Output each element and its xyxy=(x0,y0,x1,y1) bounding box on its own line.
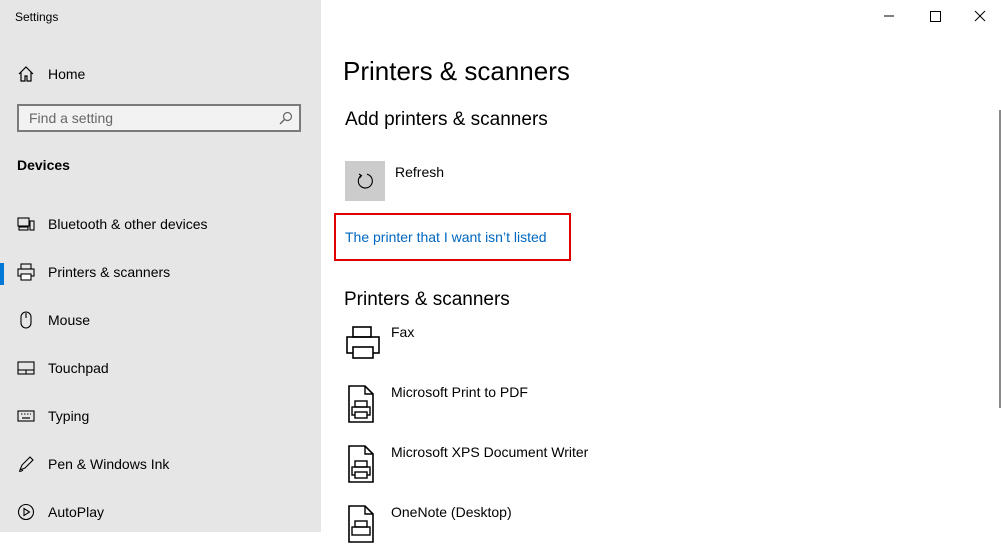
close-button[interactable] xyxy=(955,5,1001,27)
mouse-icon xyxy=(20,311,32,329)
document-printer-icon xyxy=(348,505,374,543)
touchpad-icon xyxy=(17,361,35,375)
printer-item-xps[interactable]: Microsoft XPS Document Writer xyxy=(343,444,943,492)
document-printer-icon xyxy=(348,385,374,423)
home-icon xyxy=(18,66,34,82)
bluetooth-devices-icon xyxy=(17,217,35,231)
sidebar-item-label: Mouse xyxy=(48,312,91,328)
pen-icon xyxy=(18,456,34,472)
sidebar-item-bluetooth[interactable]: Bluetooth & other devices xyxy=(0,204,321,244)
sidebar-item-label: Bluetooth & other devices xyxy=(48,216,208,232)
minimize-button[interactable] xyxy=(866,5,912,27)
printer-item-pdf[interactable]: Microsoft Print to PDF xyxy=(343,384,943,432)
sidebar-item-label: Printers & scanners xyxy=(48,264,171,280)
printer-icon xyxy=(17,263,35,281)
printer-not-listed-link[interactable]: The printer that I want isn’t listed xyxy=(345,229,547,245)
sidebar-item-autoplay[interactable]: AutoPlay xyxy=(0,492,321,532)
sidebar-item-label: Pen & Windows Ink xyxy=(48,456,170,472)
refresh-button[interactable] xyxy=(345,161,385,201)
printer-item-fax[interactable]: Fax xyxy=(343,324,943,372)
autoplay-icon xyxy=(17,503,35,521)
section-heading: Devices xyxy=(17,157,70,173)
sidebar: Settings Home Devices Bluetooth & other … xyxy=(0,0,321,532)
sidebar-item-printers[interactable]: Printers & scanners xyxy=(0,252,321,292)
home-label: Home xyxy=(48,66,86,82)
printer-name: Microsoft XPS Document Writer xyxy=(391,444,589,460)
refresh-icon xyxy=(357,173,373,189)
printer-name: OneNote (Desktop) xyxy=(391,504,512,520)
search-input[interactable] xyxy=(19,106,279,130)
search-box[interactable] xyxy=(17,104,301,132)
refresh-label[interactable]: Refresh xyxy=(395,164,444,180)
add-printers-heading: Add printers & scanners xyxy=(345,109,548,130)
sidebar-item-pen[interactable]: Pen & Windows Ink xyxy=(0,444,321,484)
sidebar-item-label: Typing xyxy=(48,408,90,424)
maximize-button[interactable] xyxy=(912,5,958,27)
home-nav-item[interactable]: Home xyxy=(17,62,85,86)
document-printer-icon xyxy=(348,445,374,483)
sidebar-item-label: Touchpad xyxy=(48,360,109,376)
sidebar-item-label: AutoPlay xyxy=(48,504,105,520)
printer-name: Fax xyxy=(391,324,415,340)
sidebar-item-mouse[interactable]: Mouse xyxy=(0,300,321,340)
sidebar-item-touchpad[interactable]: Touchpad xyxy=(0,348,321,388)
fax-printer-icon xyxy=(346,326,380,359)
page-title: Printers & scanners xyxy=(343,56,570,86)
printers-list-heading: Printers & scanners xyxy=(344,289,510,310)
app-title: Settings xyxy=(15,10,59,24)
search-icon[interactable] xyxy=(279,111,293,125)
keyboard-icon xyxy=(17,410,35,422)
printer-name: Microsoft Print to PDF xyxy=(391,384,528,400)
sidebar-item-typing[interactable]: Typing xyxy=(0,396,321,436)
printer-item-onenote[interactable]: OneNote (Desktop) xyxy=(343,504,943,552)
